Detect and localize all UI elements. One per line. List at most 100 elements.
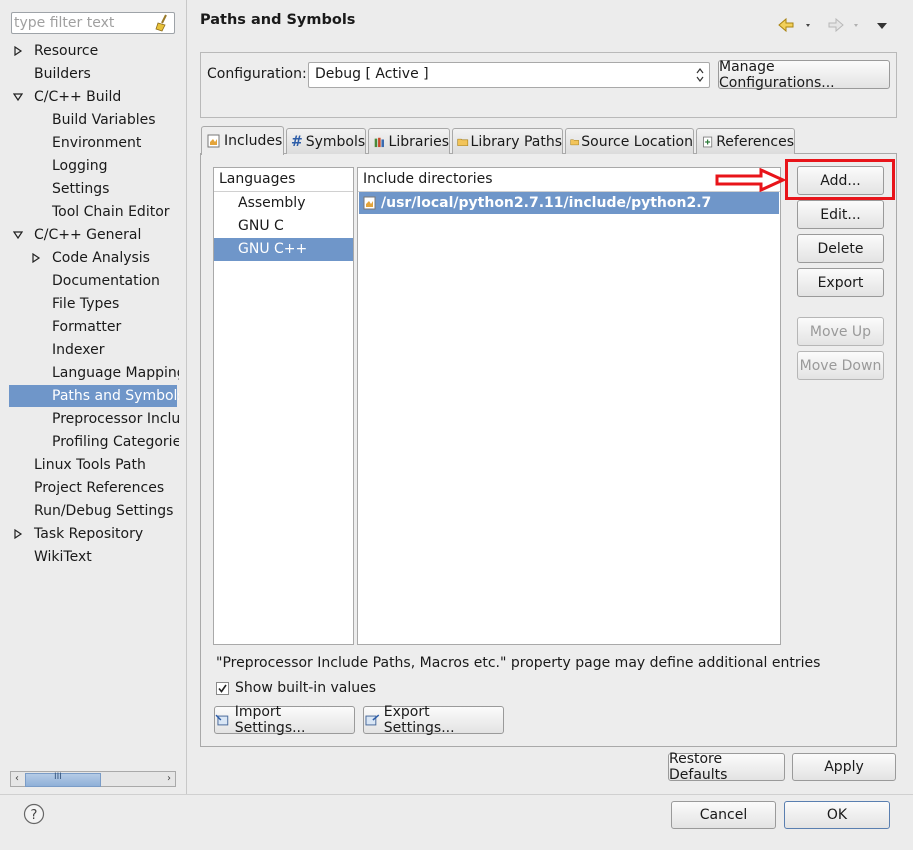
tab-library-paths[interactable]: Library Paths <box>452 128 563 154</box>
tree-item-label: Code Analysis <box>52 250 150 266</box>
view-menu-icon[interactable] <box>877 23 887 29</box>
checkmark-icon <box>218 684 227 693</box>
tree-item[interactable]: Settings <box>9 178 177 200</box>
collapsed-twisty-icon[interactable] <box>13 46 23 56</box>
include-path: /usr/local/python2.7.11/include/python2.… <box>381 195 712 211</box>
configuration-select[interactable]: Debug [ Active ] <box>308 62 710 88</box>
tree-item-label: Task Repository <box>34 526 144 542</box>
cancel-button[interactable]: Cancel <box>671 801 776 829</box>
tab-references[interactable]: References <box>696 128 795 154</box>
tab-symbols[interactable]: # Symbols <box>286 128 366 154</box>
references-icon <box>703 136 713 147</box>
help-icon[interactable]: ? <box>23 803 45 825</box>
filter-input[interactable] <box>14 14 149 32</box>
scroll-thumb[interactable]: III <box>25 772 101 787</box>
tree-item[interactable]: Project References <box>9 477 177 499</box>
tree-item[interactable]: Build Variables <box>9 109 177 131</box>
tree-item[interactable]: Formatter <box>9 316 177 338</box>
tree-item[interactable]: Language Mapping <box>9 362 179 384</box>
edit-button[interactable]: Edit... <box>797 200 884 229</box>
tree-item[interactable]: Profiling Categories <box>9 431 179 453</box>
tree-item-label: Resource <box>34 43 99 59</box>
tree-item-label: Builders <box>34 66 91 82</box>
forward-menu-icon[interactable] <box>854 24 858 27</box>
tree-item-label: Logging <box>52 158 108 174</box>
tree-item-label: Formatter <box>52 319 122 335</box>
list-item-gnu-cpp[interactable]: GNU C++ <box>214 238 353 261</box>
expanded-twisty-icon[interactable] <box>13 92 23 102</box>
tree-item[interactable]: C/C++ Build <box>9 86 177 108</box>
export-settings-button[interactable]: Export Settings... <box>363 704 504 736</box>
show-builtin-checkbox[interactable] <box>216 682 229 695</box>
tree-item[interactable]: Resource <box>9 40 177 62</box>
apply-button[interactable]: Apply <box>792 753 896 781</box>
collapsed-twisty-icon[interactable] <box>31 253 41 263</box>
tree-item[interactable]: Builders <box>9 63 177 85</box>
filter-box[interactable] <box>11 12 175 34</box>
tree-item[interactable]: Run/Debug Settings <box>9 500 177 522</box>
tab-source-location[interactable]: Source Location <box>565 128 694 154</box>
tree-item[interactable]: Environment <box>9 132 177 154</box>
export-icon <box>365 714 380 726</box>
include-folder-icon <box>363 196 376 210</box>
export-button[interactable]: Export <box>797 268 884 297</box>
import-settings-label: Import Settings... <box>234 704 306 736</box>
manage-configurations-button[interactable]: Manage Configurations... <box>718 59 890 91</box>
show-builtin-label[interactable]: Show built-in values <box>235 680 376 696</box>
tree-horizontal-scrollbar[interactable]: ‹ III › <box>10 771 176 787</box>
libraries-icon <box>374 137 384 147</box>
tree-item[interactable]: Indexer <box>9 339 177 361</box>
tree-item[interactable]: Paths and Symbols <box>9 385 179 407</box>
tree-item[interactable]: Documentation <box>9 270 177 292</box>
forward-icon[interactable] <box>828 17 844 33</box>
tab-label: Libraries <box>388 133 449 150</box>
languages-header[interactable]: Languages <box>214 168 353 192</box>
tab-label: References <box>716 133 794 150</box>
tree-item-label: Language Mapping <box>52 365 179 381</box>
tree-item-label: Settings <box>52 181 110 197</box>
list-item-gnu-c[interactable]: GNU C <box>214 215 353 238</box>
tab-label: Includes <box>224 133 283 149</box>
tab-libraries[interactable]: Libraries <box>368 128 450 154</box>
import-icon <box>215 714 229 726</box>
table-row[interactable]: /usr/local/python2.7.11/include/python2.… <box>359 192 779 214</box>
import-settings-button[interactable]: Import Settings... <box>214 704 355 736</box>
move-down-button[interactable]: Move Down <box>797 351 884 380</box>
add-button[interactable]: Add... <box>797 166 884 195</box>
restore-defaults-button[interactable]: Restore Defaults <box>668 751 785 783</box>
back-menu-icon[interactable] <box>806 24 810 27</box>
clear-filter-icon[interactable] <box>153 14 171 32</box>
tree-item-label: Build Variables <box>52 112 156 128</box>
ok-button[interactable]: OK <box>784 801 890 829</box>
tree-item-label: C/C++ General <box>34 227 142 243</box>
expanded-twisty-icon[interactable] <box>13 230 23 240</box>
tree-item-label: Preprocessor Includ <box>52 411 179 427</box>
list-item-assembly[interactable]: Assembly <box>214 192 353 215</box>
configuration-value: Debug [ Active ] <box>315 66 429 82</box>
tab-includes[interactable]: Includes <box>201 126 284 155</box>
languages-list[interactable]: Languages Assembly GNU C GNU C++ <box>213 167 354 645</box>
tab-label: Library Paths <box>470 133 562 150</box>
panel-divider[interactable] <box>186 0 187 794</box>
tree-item[interactable]: File Types <box>9 293 177 315</box>
info-note: "Preprocessor Include Paths, Macros etc.… <box>216 655 821 671</box>
back-icon[interactable] <box>778 17 794 33</box>
tree-item[interactable]: Tool Chain Editor <box>9 201 177 223</box>
tree-item[interactable]: WikiText <box>9 546 177 568</box>
tree-item[interactable]: Linux Tools Path <box>9 454 177 476</box>
scroll-right-icon[interactable]: › <box>163 773 175 785</box>
tab-label: Symbols <box>305 133 366 150</box>
tree-item[interactable]: Code Analysis <box>9 247 177 269</box>
tree-item[interactable]: C/C++ General <box>9 224 177 246</box>
tree-item-label: WikiText <box>34 549 92 565</box>
tree-item[interactable]: Preprocessor Includ <box>9 408 179 430</box>
tree-item-label: Run/Debug Settings <box>34 503 174 519</box>
include-directories-table[interactable]: Include directories /usr/local/python2.7… <box>357 167 781 645</box>
tree-item[interactable]: Task Repository <box>9 523 177 545</box>
scroll-left-icon[interactable]: ‹ <box>11 773 23 785</box>
delete-button[interactable]: Delete <box>797 234 884 263</box>
move-up-button[interactable]: Move Up <box>797 317 884 346</box>
tree-item-label: Project References <box>34 480 165 496</box>
tree-item[interactable]: Logging <box>9 155 177 177</box>
collapsed-twisty-icon[interactable] <box>13 529 23 539</box>
